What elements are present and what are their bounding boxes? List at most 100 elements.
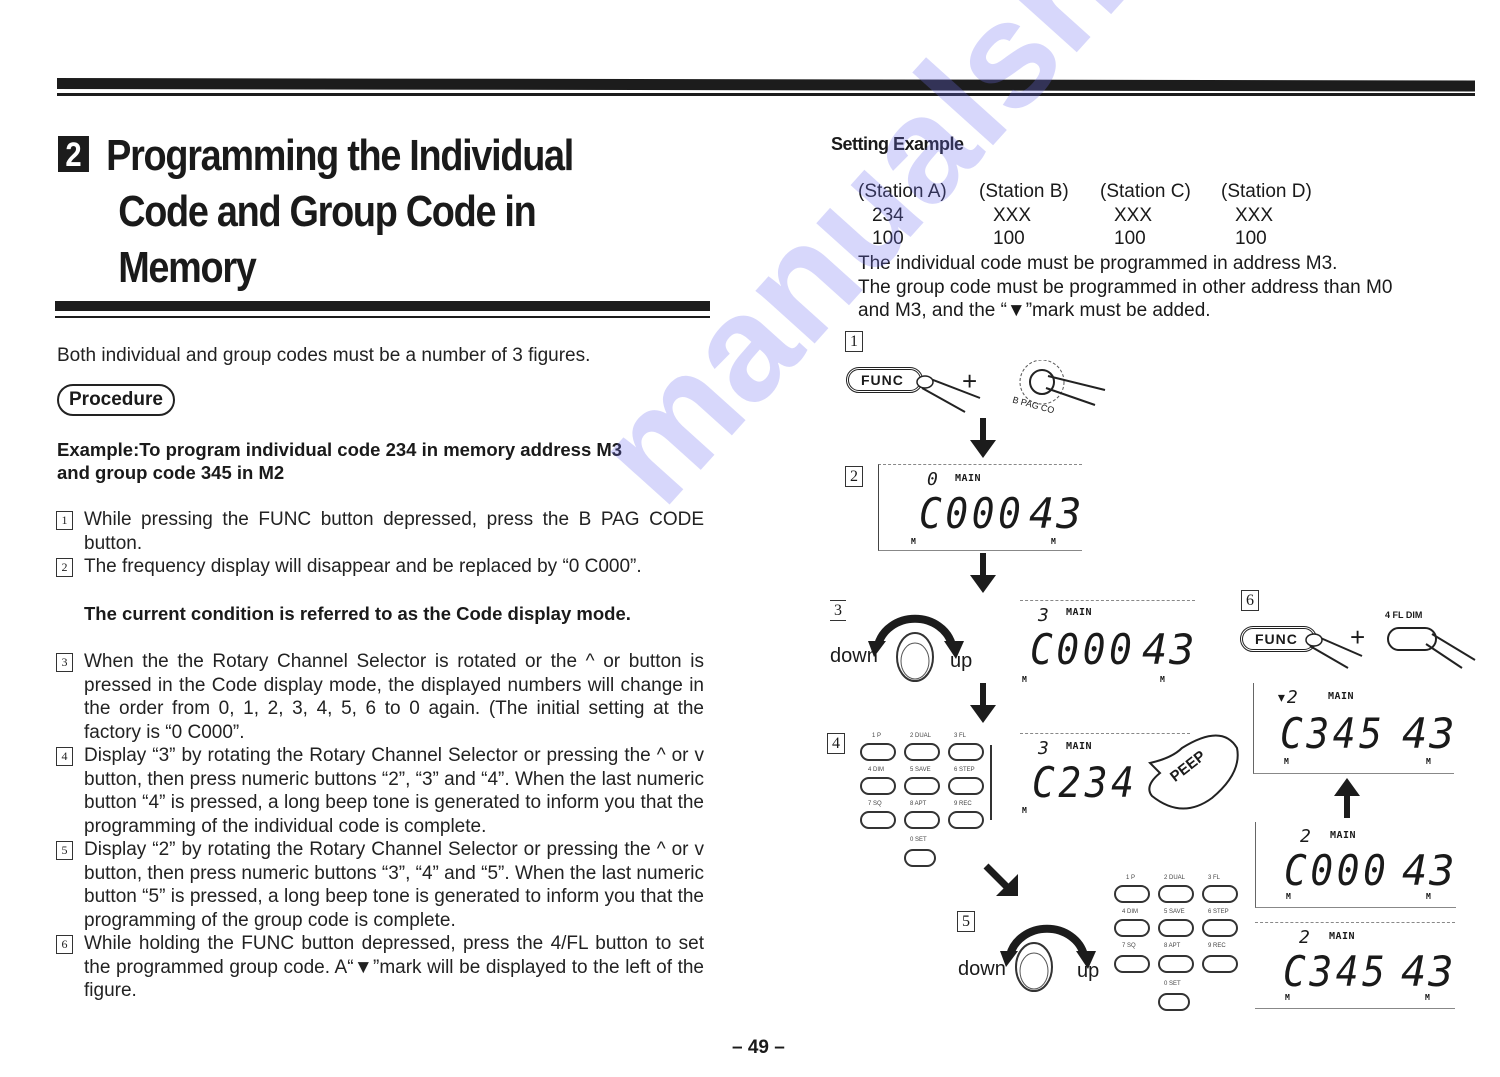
key-1[interactable] (1114, 885, 1150, 903)
key-label: 8 APT (910, 801, 927, 807)
stations-table: (Station A) (Station B) (Station C) (Sta… (858, 180, 1342, 251)
down-label: down (958, 958, 1006, 980)
key-0[interactable] (1158, 993, 1190, 1011)
key-9[interactable] (1202, 955, 1238, 973)
lcd-memory-digit: 2 (1300, 826, 1311, 847)
key-6[interactable] (948, 777, 984, 795)
section-rule-thin (55, 316, 710, 318)
step-number: 1 (56, 511, 73, 530)
lcd-main-label: MAIN (1066, 607, 1093, 618)
setting-note: The group code must be programmed in oth… (858, 276, 1393, 298)
key-label: 5 SAVE (1164, 909, 1185, 915)
finger-press-icon (916, 360, 1106, 413)
lcd-memory-digit: 3 (1038, 605, 1049, 626)
steps-group-a: 1 While pressing the FUNC button depresse… (56, 508, 704, 579)
step-number: 6 (56, 935, 73, 954)
setting-note: and M3, and the “▼”mark must be added. (858, 300, 1211, 321)
up-label: up (950, 650, 973, 672)
finger-press-icon (1305, 627, 1476, 669)
steps-group-b: 3 When the the Rotary Channel Selector is… (56, 650, 704, 1003)
lcd-code: C000 (1284, 846, 1390, 895)
key-2[interactable] (904, 743, 940, 761)
lcd-m-indicator: M (1285, 993, 1290, 1002)
lcd-code: C345 (1283, 947, 1389, 996)
step-text: While pressing the FUNC button depressed… (84, 509, 704, 554)
header-rule-thin (57, 93, 1475, 96)
group-code: 100 (1235, 228, 1267, 249)
lcd-code: C000 (919, 489, 1025, 538)
step-text: While holding the FUNC button depressed,… (84, 933, 704, 1001)
lcd-m-indicator: M (1426, 757, 1431, 766)
rotary-selector-icon[interactable] (992, 915, 1102, 995)
key-5[interactable] (904, 777, 940, 795)
lcd-main-label: MAIN (1330, 830, 1357, 841)
key-7[interactable] (1114, 955, 1150, 973)
individual-code: 234 (872, 204, 904, 226)
key-5[interactable] (1158, 919, 1194, 937)
key-8[interactable] (1158, 955, 1194, 973)
key-label: 2 DUAL (910, 733, 932, 739)
lcd-code: C234 (1032, 758, 1138, 807)
station-label: (Station B) (979, 181, 1069, 202)
figure-step-4-label: 4 (827, 733, 845, 754)
setting-notes: The individual code must be programmed i… (858, 252, 1478, 323)
setting-example-title: Setting Example (831, 134, 964, 154)
step-number: 3 (56, 653, 73, 672)
title-line-3: Memory (118, 243, 257, 292)
key-7[interactable] (860, 811, 896, 829)
code-mode-note: The current condition is referred to as … (84, 603, 631, 624)
lcd-channel: 43 (1402, 709, 1457, 758)
arrow-down-icon (970, 418, 996, 458)
key-6[interactable] (1202, 919, 1238, 937)
key-2[interactable] (1158, 885, 1194, 903)
lcd-display-step2: 0 MAIN C000 43 M M (878, 464, 1082, 551)
lcd-m-indicator: M (1425, 993, 1430, 1002)
figure-step-1-label: 1 (845, 331, 863, 352)
lcd-main-label: MAIN (1328, 691, 1355, 702)
key-4[interactable] (1114, 919, 1150, 937)
lcd-m-indicator: M (1284, 757, 1289, 766)
arrow-up-icon (1334, 778, 1360, 818)
key-3[interactable] (1202, 885, 1238, 903)
fl-dim-label: 4 FL DIM (1385, 610, 1423, 620)
lcd-memory-digit: 2 (1299, 927, 1310, 948)
key-3[interactable] (948, 743, 984, 761)
lcd-m-indicator: M (1286, 892, 1291, 901)
key-label: 1 P (872, 733, 882, 739)
lcd-channel: 43 (1029, 489, 1084, 538)
key-label: 5 SAVE (910, 767, 931, 773)
lcd-channel: 43 (1402, 846, 1457, 895)
step-number: 5 (56, 841, 73, 860)
lcd-main-label: MAIN (1329, 931, 1356, 942)
page-number: – 49 – (732, 1037, 785, 1058)
step-text: Display “2” by rotating the Rotary Chann… (84, 839, 704, 931)
lcd-display-step5b: 2 MAIN C345 43 M M (1255, 922, 1455, 1009)
group-code: 100 (1114, 228, 1146, 249)
step-text: When the the Rotary Channel Selector is … (84, 651, 704, 743)
group-code: 100 (872, 228, 904, 249)
key-label: 3 FL (1208, 875, 1221, 881)
key-label: 8 APT (1164, 943, 1181, 949)
stations-header-row: (Station A) (Station B) (Station C) (Sta… (858, 180, 1342, 204)
example-heading: Example:To program individual code 234 i… (57, 438, 717, 484)
lcd-m-indicator: M (911, 537, 916, 546)
key-8[interactable] (904, 811, 940, 829)
lcd-code: C000 (1030, 625, 1136, 674)
key-9[interactable] (948, 811, 984, 829)
keypad-step5: 1 P 2 DUAL 3 FL 4 DIM 5 SAVE 6 STEP 7 SQ… (1112, 875, 1242, 1015)
figure-step-3-label: 3 (830, 600, 846, 621)
key-0[interactable] (904, 849, 936, 867)
key-label: 3 FL (954, 733, 967, 739)
down-label: down (830, 645, 878, 667)
key-1[interactable] (860, 743, 896, 761)
key-label: 2 DUAL (1164, 875, 1186, 881)
key-label: 6 STEP (1208, 909, 1229, 915)
key-4[interactable] (860, 777, 896, 795)
arrow-down-icon (970, 683, 996, 723)
title-line-2: Code and Group Code in (118, 187, 537, 236)
key-label: 7 SQ (1122, 943, 1136, 949)
step-item: 1 While pressing the FUNC button depresse… (56, 508, 704, 555)
key-label: 0 SET (1164, 981, 1181, 987)
figure-step-5-label: 5 (957, 911, 975, 932)
key-label: 0 SET (910, 837, 927, 843)
